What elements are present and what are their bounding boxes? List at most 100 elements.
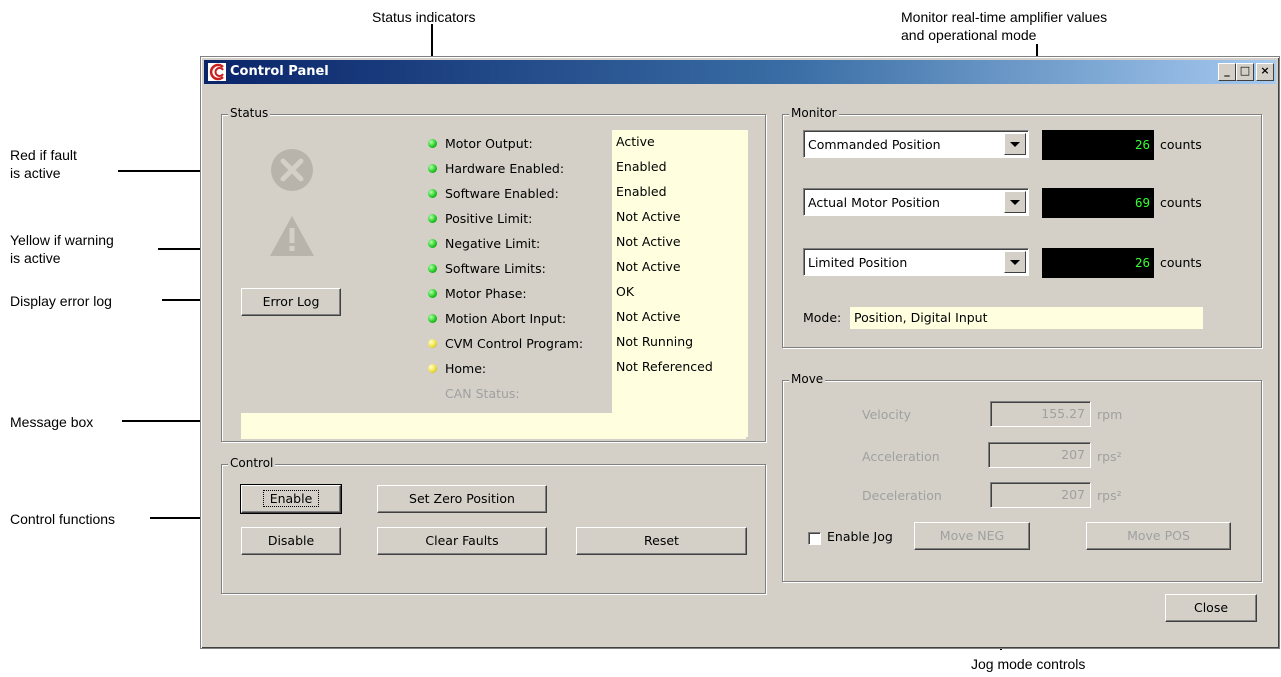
status-led-green-icon [428,139,437,148]
chevron-down-icon[interactable] [1004,251,1026,273]
app-logo-icon [208,63,226,81]
status-indicator-value: Not Referenced [616,359,713,374]
move-group-label: Move [789,372,826,386]
status-led-yellow-icon [428,364,437,373]
monitor-group-label: Monitor [789,106,839,120]
status-led-green-icon [428,289,437,298]
status-values-panel: Active Enabled Enabled Not Active Not Active… [612,130,748,437]
status-indicator-label: Home: [445,361,487,376]
annotation-monitor-line1: Monitor real-time amplifier values [901,9,1108,25]
annotation-jog-mode-controls: Jog mode controls [971,656,1086,672]
monitor-select-2-value: Actual Motor Position [808,195,940,210]
annotation-yellow-warning-line1: Yellow if warning [10,232,114,248]
status-led-green-icon [428,264,437,273]
mode-value: Position, Digital Input [850,307,1203,329]
reset-button[interactable]: Reset [576,527,747,555]
move-neg-button[interactable]: Move NEG [914,522,1030,550]
status-indicator-label: Positive Limit: [445,211,533,226]
enable-button-label: Enable [262,490,320,507]
status-led-yellow-icon [428,339,437,348]
move-pos-button[interactable]: Move POS [1086,522,1231,550]
velocity-input[interactable]: 155.27 [990,401,1091,427]
monitor-value-3: 26 [1042,248,1154,278]
velocity-label: Velocity [862,407,912,422]
status-led-green-icon [428,239,437,248]
control-group: Control Enable Disable Set Zero Position… [221,456,766,594]
enable-jog-label[interactable]: Enable Jog [827,529,893,544]
monitor-unit-2: counts [1160,195,1202,210]
monitor-unit-3: counts [1160,255,1202,270]
annotation-status-indicators: Status indicators [372,9,476,25]
chevron-down-icon[interactable] [1004,191,1026,213]
minimize-button[interactable]: _ [1218,63,1236,81]
warning-triangle-icon [270,216,314,256]
status-indicator-value: Not Running [616,334,694,349]
status-indicator-value: Not Active [616,259,681,274]
acceleration-label: Acceleration [862,449,940,464]
annotation-monitor-line2: and operational mode [901,27,1037,43]
close-window-button[interactable]: × [1256,63,1274,81]
status-indicator-label: Motor Phase: [445,286,527,301]
deceleration-unit: rps² [1097,488,1122,503]
status-indicator-label: Hardware Enabled: [445,161,565,176]
status-led-green-icon [428,164,437,173]
monitor-value-1: 26 [1042,130,1154,160]
status-indicator-label: Motion Abort Input: [445,311,567,326]
fault-x-icon [271,149,313,191]
annotation-red-fault-line1: Red if fault [10,147,77,163]
monitor-unit-1: counts [1160,137,1202,152]
status-indicator-value: Active [616,134,655,149]
status-led-green-icon [428,189,437,198]
annotation-yellow-warning-line2: is active [10,250,61,266]
annotation-message-box: Message box [10,414,94,430]
monitor-select-3-value: Limited Position [808,255,908,270]
monitor-value-2: 69 [1042,188,1154,218]
disable-button[interactable]: Disable [241,527,341,555]
monitor-group: Monitor Commanded Position 26 counts Act… [782,106,1262,348]
status-indicator-value: OK [616,284,635,299]
monitor-select-3[interactable]: Limited Position [803,248,1029,276]
status-indicator-value: Enabled [616,184,667,199]
message-box [241,413,746,439]
deceleration-input[interactable]: 207 [990,482,1091,508]
status-indicator-label: Negative Limit: [445,236,541,251]
status-indicator-value: Enabled [616,159,667,174]
annotation-control-functions: Control functions [10,511,116,527]
annotation-display-error-log: Display error log [10,293,112,309]
status-indicator-value: Not Active [616,234,681,249]
mode-label: Mode: [803,310,842,325]
chevron-down-icon[interactable] [1004,133,1026,155]
status-indicator-label: Motor Output: [445,136,533,151]
annotation-red-fault-line2: is active [10,165,61,181]
monitor-select-1-value: Commanded Position [808,137,941,152]
status-indicator-label: Software Enabled: [445,186,559,201]
status-indicator-value: Not Active [616,309,681,324]
window-title: Control Panel [230,64,329,79]
acceleration-unit: rps² [1097,449,1122,464]
status-indicator-label: CAN Status: [445,386,520,401]
velocity-unit: rpm [1097,407,1123,422]
deceleration-label: Deceleration [862,488,942,503]
control-group-label: Control [228,456,276,470]
enable-button[interactable]: Enable [240,484,342,514]
clear-faults-button[interactable]: Clear Faults [377,527,547,555]
status-group-label: Status [228,106,271,120]
enable-jog-checkbox[interactable] [808,532,821,545]
status-indicator-list: Motor Output: Hardware Enabled: Software E… [428,132,628,432]
error-log-button[interactable]: Error Log [241,288,341,316]
status-led-green-icon [428,214,437,223]
acceleration-input[interactable]: 207 [988,442,1091,468]
title-bar[interactable]: Control Panel _ □ × [204,60,1276,84]
status-indicator-label: CVM Control Program: [445,336,584,351]
status-indicator-label: Software Limits: [445,261,546,276]
monitor-select-2[interactable]: Actual Motor Position [803,188,1029,216]
move-group: Move Velocity 155.27 rpm Acceleration 20… [782,372,1262,582]
control-panel-window: Control Panel _ □ × Status Error Log Mot… [200,56,1280,649]
set-zero-position-button[interactable]: Set Zero Position [377,485,547,513]
status-group: Status Error Log Motor Output: Hardware E… [221,106,766,442]
status-indicator-value: Not Active [616,209,681,224]
status-led-green-icon [428,314,437,323]
maximize-button[interactable]: □ [1236,63,1254,81]
monitor-select-1[interactable]: Commanded Position [803,130,1029,158]
close-button[interactable]: Close [1165,594,1257,622]
